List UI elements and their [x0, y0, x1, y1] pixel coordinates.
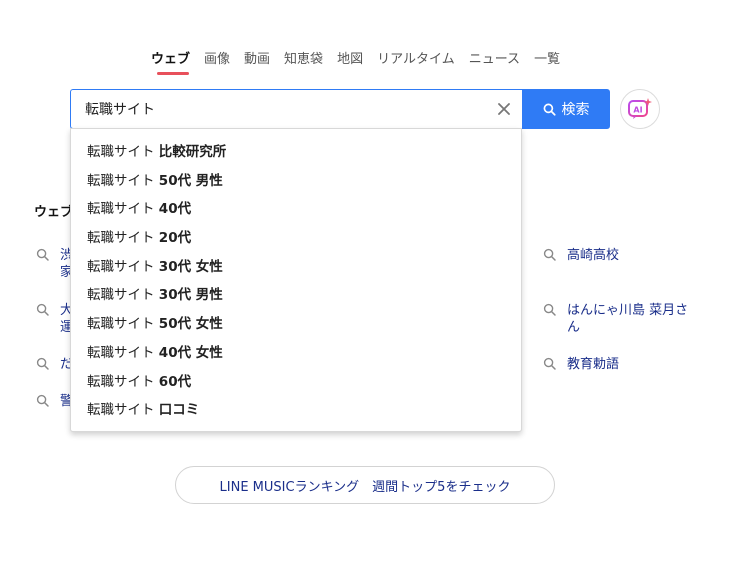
tab-chiebukuro[interactable]: 知恵袋 — [279, 50, 328, 70]
tab-list[interactable]: 一覧 — [529, 50, 565, 70]
search-icon — [36, 357, 49, 370]
suggestion-item[interactable]: 転職サイト 40代 — [71, 195, 521, 224]
suggestion-item[interactable]: 転職サイト 50代 女性 — [71, 310, 521, 339]
search-bar: 検索 — [70, 89, 610, 129]
trend-item[interactable]: 高崎高校 — [543, 247, 619, 264]
suggestion-item[interactable]: 転職サイト 50代 男性 — [71, 167, 521, 196]
search-tabs: ウェブ 画像 動画 知恵袋 地図 リアルタイム ニュース 一覧 — [151, 50, 569, 75]
line-music-ranking-link[interactable]: LINE MUSICランキング 週間トップ5をチェック — [175, 466, 555, 504]
tab-images[interactable]: 画像 — [199, 50, 235, 70]
trend-section-label: ウェブ — [34, 205, 74, 220]
search-icon — [543, 248, 556, 261]
search-icon — [36, 248, 49, 261]
suggestion-item[interactable]: 転職サイト 20代 — [71, 224, 521, 253]
suggestion-item[interactable]: 転職サイト 30代 男性 — [71, 281, 521, 310]
search-input[interactable] — [70, 89, 522, 129]
trend-item[interactable]: 教育勅語 — [543, 356, 619, 373]
suggestion-item[interactable]: 転職サイト 比較研究所 — [71, 138, 521, 167]
trend-item[interactable]: 大運 — [36, 302, 73, 336]
tab-news[interactable]: ニュース — [464, 50, 525, 70]
suggestion-item[interactable]: 転職サイト 口コミ — [71, 396, 521, 425]
tab-map[interactable]: 地図 — [332, 50, 368, 70]
svg-text:AI: AI — [633, 106, 642, 115]
active-tab-indicator — [157, 72, 190, 75]
search-icon — [36, 303, 49, 316]
tab-web[interactable]: ウェブ — [151, 50, 195, 75]
trend-item[interactable]: だ — [36, 356, 73, 373]
suggestion-item[interactable]: 転職サイト 40代 女性 — [71, 339, 521, 368]
suggestion-dropdown: 転職サイト 比較研究所 転職サイト 50代 男性 転職サイト 40代 転職サイト… — [70, 128, 522, 432]
search-icon — [36, 394, 49, 407]
ai-assistant-button[interactable]: AI — [620, 89, 660, 129]
tab-videos[interactable]: 動画 — [239, 50, 275, 70]
ai-sparkle-icon: AI — [628, 98, 652, 119]
search-icon — [543, 303, 556, 316]
suggestion-item[interactable]: 転職サイト 60代 — [71, 368, 521, 397]
search-icon — [543, 357, 556, 370]
tab-realtime[interactable]: リアルタイム — [372, 50, 460, 70]
promo-label: LINE MUSICランキング 週間トップ5をチェック — [219, 479, 511, 495]
clear-icon[interactable] — [494, 99, 514, 119]
search-button-label: 検索 — [561, 102, 590, 118]
suggestion-item[interactable]: 転職サイト 30代 女性 — [71, 253, 521, 282]
trend-item[interactable]: はんにゃ川島 菜月さん — [543, 302, 692, 336]
trend-item[interactable]: 渋家 — [36, 247, 73, 281]
search-icon — [543, 103, 556, 116]
trend-item[interactable]: 警 — [36, 393, 73, 410]
search-button[interactable]: 検索 — [522, 89, 610, 129]
